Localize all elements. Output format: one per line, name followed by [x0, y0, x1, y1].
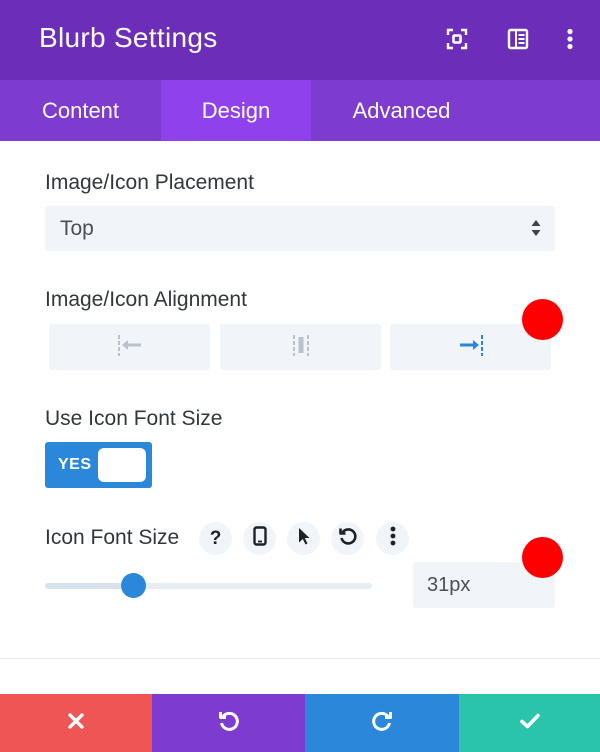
help-button[interactable]: ?	[199, 522, 232, 555]
expand-icon[interactable]	[444, 26, 470, 52]
align-right-icon	[458, 334, 484, 361]
align-left-button[interactable]	[49, 324, 210, 370]
reset-icon	[338, 526, 358, 551]
placement-select[interactable]: Top	[45, 206, 555, 251]
close-icon	[67, 712, 85, 735]
cancel-button[interactable]	[0, 694, 152, 752]
responsive-button[interactable]	[243, 522, 276, 555]
undo-button[interactable]	[152, 694, 305, 752]
reset-button[interactable]	[331, 522, 364, 555]
icon-font-size-label: Icon Font Size	[45, 526, 180, 549]
modal-header: Blurb Settings	[0, 0, 600, 80]
options-button[interactable]	[376, 522, 409, 555]
check-icon	[519, 712, 541, 735]
hover-button[interactable]	[287, 522, 320, 555]
tab-advanced[interactable]: Advanced	[311, 80, 492, 141]
settings-panel: Image/Icon Placement Top Image/Icon Alig…	[0, 141, 600, 694]
sidebar-icon[interactable]	[505, 26, 531, 52]
font-size-slider-track[interactable]	[45, 583, 372, 589]
toggle-label: YES	[58, 456, 92, 473]
tab-bar: Content Design Advanced	[0, 80, 600, 141]
tab-content[interactable]: Content	[0, 80, 161, 141]
cursor-icon	[297, 527, 311, 550]
use-icon-font-size-toggle[interactable]: YES	[45, 442, 152, 488]
help-icon: ?	[209, 528, 222, 549]
use-icon-font-size-label: Use Icon Font Size	[45, 407, 223, 430]
redo-button[interactable]	[305, 694, 459, 752]
marker-dot	[522, 537, 563, 578]
divider	[0, 658, 600, 659]
more-vertical-icon	[390, 526, 396, 551]
align-left-icon	[117, 334, 143, 361]
font-size-slider-thumb[interactable]	[120, 573, 146, 598]
modal-title: Blurb Settings	[39, 22, 218, 53]
marker-dot	[522, 299, 563, 340]
placement-value: Top	[60, 217, 94, 240]
phone-icon	[252, 526, 267, 551]
alignment-label: Image/Icon Alignment	[45, 288, 247, 311]
undo-icon	[217, 709, 241, 738]
align-center-icon	[288, 334, 314, 361]
align-center-button[interactable]	[220, 324, 381, 370]
tab-design[interactable]: Design	[161, 80, 311, 141]
save-button[interactable]	[459, 694, 600, 752]
select-arrows-icon	[531, 219, 541, 242]
modal-footer	[0, 694, 600, 752]
more-vertical-icon[interactable]	[557, 26, 583, 52]
redo-icon	[370, 709, 394, 738]
placement-label: Image/Icon Placement	[45, 171, 254, 194]
toggle-knob	[98, 448, 146, 482]
